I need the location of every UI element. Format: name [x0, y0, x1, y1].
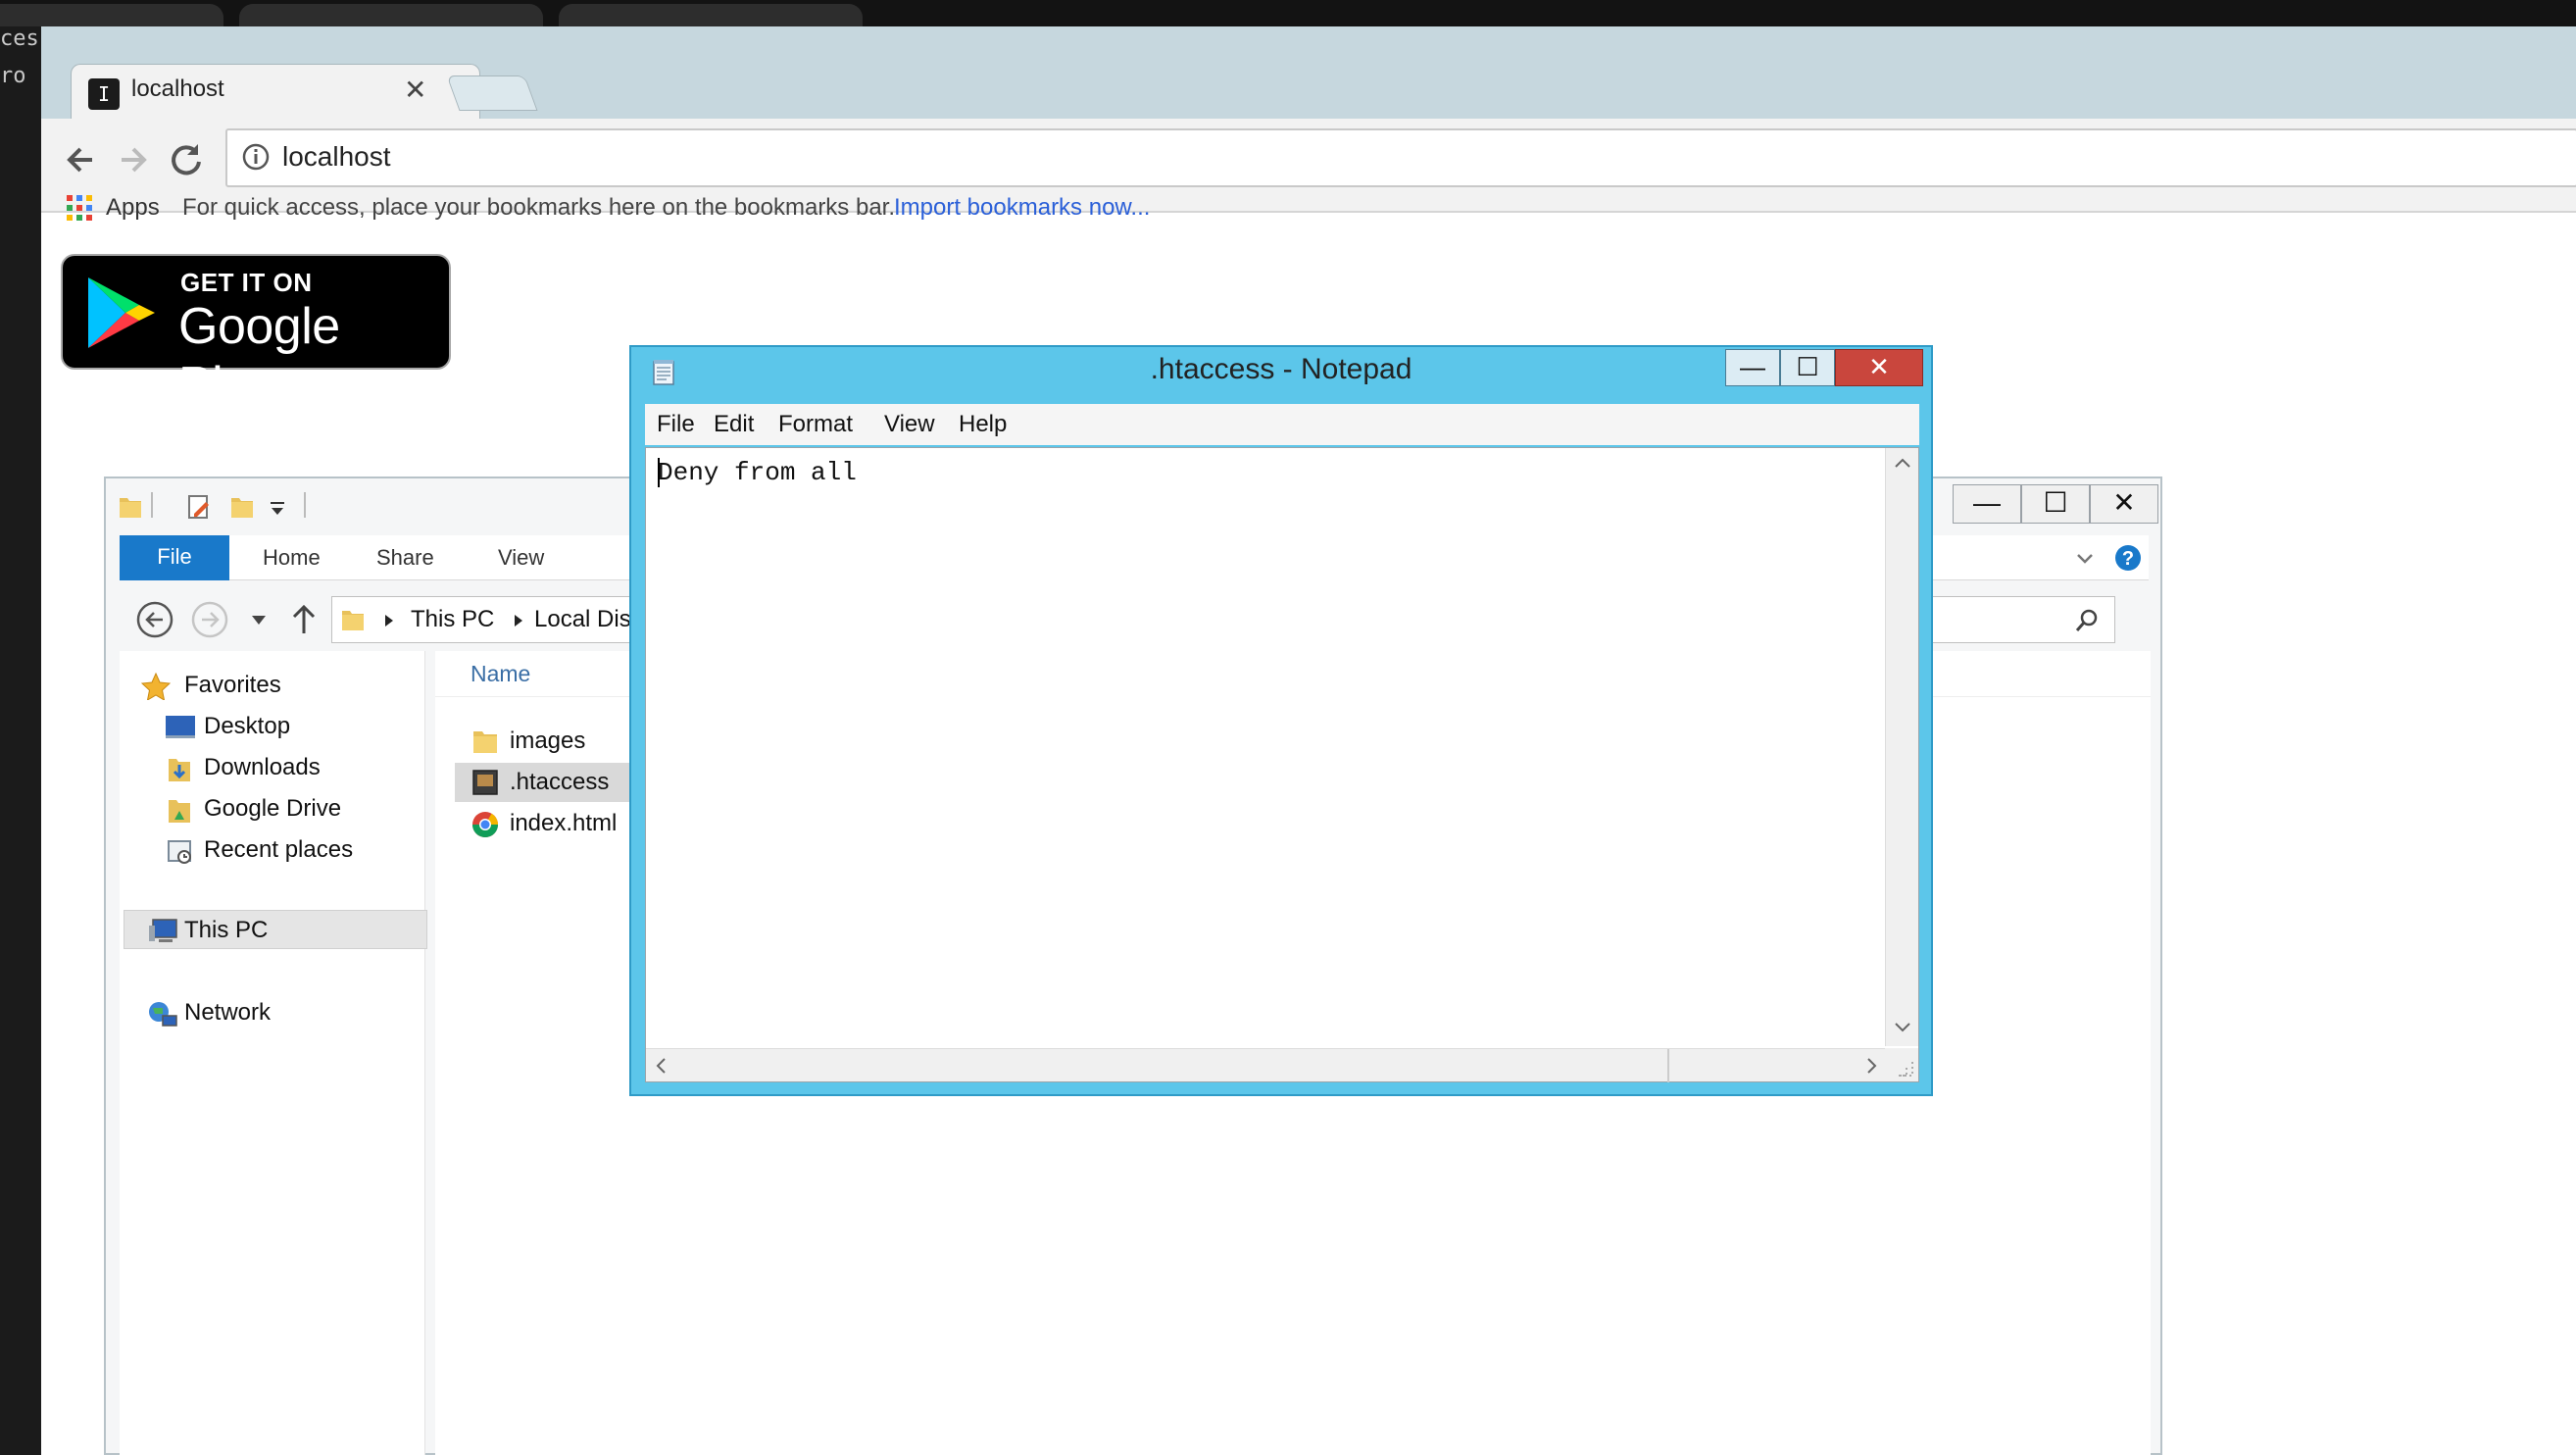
file-row-htaccess[interactable]: .htaccess [455, 763, 651, 802]
nav-recent-places[interactable]: Recent places [204, 833, 353, 867]
ribbon-tab-home[interactable]: Home [263, 535, 321, 580]
breadcrumb-separator-icon [383, 613, 395, 628]
explorer-forward-icon[interactable] [190, 600, 229, 639]
scroll-right-icon[interactable] [1865, 1057, 1879, 1075]
horizontal-scrollbar[interactable] [646, 1048, 1887, 1082]
address-text[interactable]: localhost [282, 138, 391, 176]
folder-icon [116, 492, 145, 522]
up-arrow-icon[interactable] [288, 602, 320, 637]
tab-close-icon[interactable]: ✕ [404, 75, 426, 105]
notepad-title-bar: .htaccess - Notepad — ☐ ✕ [631, 347, 1931, 390]
os-top-strip [0, 0, 2576, 31]
chrome-file-icon [471, 810, 500, 839]
desktop-icon [165, 714, 195, 739]
background-text-fragment: ro [0, 64, 26, 88]
ribbon-tab-file[interactable]: File [120, 535, 229, 580]
file-row-images[interactable]: images [455, 722, 651, 761]
help-icon[interactable]: ? [2113, 543, 2143, 573]
notepad-window: .htaccess - Notepad — ☐ ✕ File Edit Form… [629, 345, 1933, 1096]
back-icon[interactable] [57, 136, 104, 183]
nav-desktop[interactable]: Desktop [204, 710, 290, 743]
divider [1667, 1049, 1669, 1082]
menu-view[interactable]: View [884, 404, 935, 445]
notepad-menu-bar: File Edit Format View Help [645, 404, 1919, 445]
google-drive-folder-icon [165, 796, 194, 823]
breadcrumb-this-pc[interactable]: This PC [411, 597, 494, 642]
column-header-name[interactable]: Name [471, 651, 530, 696]
search-icon[interactable] [2073, 607, 2101, 634]
nav-favorites[interactable]: Favorites [184, 669, 281, 702]
explorer-back-icon[interactable] [135, 600, 174, 639]
recent-places-icon [165, 837, 194, 864]
bookmarks-hint: For quick access, place your bookmarks h… [182, 194, 896, 221]
ribbon-tab-share[interactable]: Share [376, 535, 434, 580]
file-row-index-html[interactable]: index.html [455, 804, 651, 843]
scroll-down-icon[interactable] [1894, 1021, 1911, 1034]
star-icon [141, 673, 171, 700]
explorer-close-button[interactable]: ✕ [2090, 484, 2158, 524]
breadcrumb-separator-icon [513, 613, 524, 628]
menu-help[interactable]: Help [959, 404, 1007, 445]
file-name: .htaccess [510, 769, 610, 795]
scroll-left-icon[interactable] [654, 1057, 668, 1075]
folder-icon [471, 728, 500, 755]
network-icon [147, 1000, 177, 1027]
menu-format[interactable]: Format [778, 404, 853, 445]
background-window-strip: cess ro [0, 26, 52, 1455]
divider [304, 492, 306, 518]
tab-strip: I localhost ✕ [41, 26, 2576, 121]
menu-edit[interactable]: Edit [714, 404, 754, 445]
badge-big-text: Google Play [178, 298, 340, 414]
navigation-pane: Favorites Desktop Downloads Google Drive… [120, 651, 427, 1455]
breadcrumb-local-disk[interactable]: Local Disk [534, 597, 643, 642]
vertical-scrollbar[interactable] [1885, 448, 1918, 1046]
recent-locations-icon[interactable] [249, 610, 269, 629]
quick-access-dropdown-icon[interactable] [269, 500, 286, 518]
file-name: index.html [510, 810, 618, 836]
notepad-close-button[interactable]: ✕ [1835, 349, 1923, 386]
notepad-text-area[interactable]: Deny from all [645, 447, 1919, 1082]
google-play-icon [84, 274, 159, 352]
reload-icon[interactable] [163, 136, 210, 183]
explorer-maximize-button[interactable]: ☐ [2021, 484, 2090, 524]
notepad-maximize-button[interactable]: ☐ [1780, 349, 1835, 386]
ribbon-tab-view[interactable]: View [498, 535, 544, 580]
google-play-badge[interactable]: GET IT ON Google Play [61, 254, 451, 414]
resize-grip-icon[interactable] [1885, 1048, 1918, 1081]
tab-title: localhost [131, 75, 224, 102]
nav-this-pc[interactable]: This PC [184, 914, 268, 947]
address-bar[interactable] [225, 128, 2576, 187]
menu-file[interactable]: File [657, 404, 695, 445]
explorer-minimize-button[interactable]: — [1953, 484, 2021, 524]
computer-icon [147, 918, 177, 943]
import-bookmarks-link[interactable]: Import bookmarks now... [894, 193, 1150, 223]
info-icon[interactable] [237, 138, 274, 176]
apps-grid-icon[interactable] [65, 193, 94, 223]
ribbon-expand-icon[interactable] [2074, 547, 2096, 569]
properties-icon[interactable] [184, 492, 214, 522]
config-file-icon [471, 769, 500, 796]
forward-icon[interactable] [110, 136, 157, 183]
nav-network[interactable]: Network [184, 996, 271, 1029]
scroll-up-icon[interactable] [1894, 456, 1911, 470]
svg-text:?: ? [2122, 548, 2134, 570]
notepad-content[interactable]: Deny from all [658, 456, 857, 489]
file-name: images [510, 728, 586, 754]
nav-google-drive[interactable]: Google Drive [204, 792, 341, 826]
downloads-folder-icon [165, 755, 194, 781]
bookmarks-apps-link[interactable]: Apps [106, 193, 160, 223]
notepad-minimize-button[interactable]: — [1725, 349, 1780, 386]
new-tab-button[interactable] [446, 75, 538, 111]
badge-small-text: GET IT ON [180, 268, 313, 297]
nav-downloads[interactable]: Downloads [204, 751, 321, 784]
text-cursor [658, 458, 660, 487]
divider [151, 492, 153, 518]
folder-icon [338, 605, 368, 634]
new-folder-icon[interactable] [227, 492, 257, 522]
favicon-icon: I [88, 78, 120, 110]
